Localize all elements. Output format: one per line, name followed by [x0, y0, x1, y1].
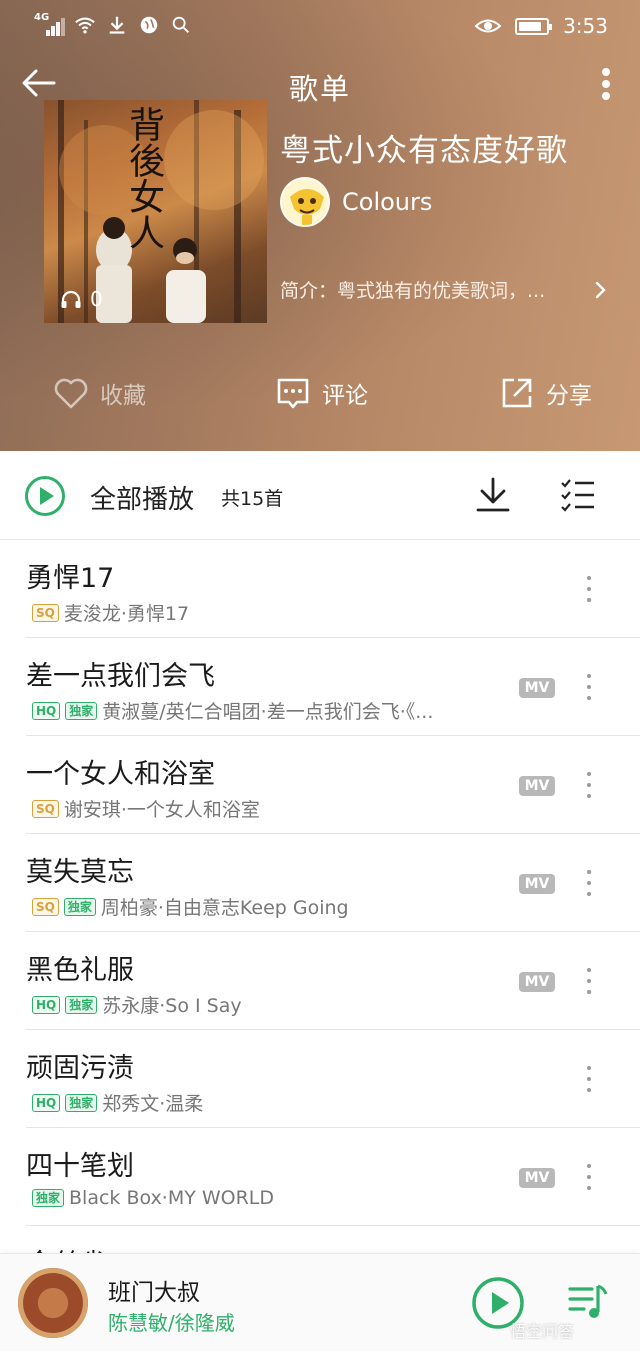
action-bar: 收藏 评论 分享 [0, 370, 640, 420]
mv-badge[interactable]: MV [519, 972, 555, 992]
song-row[interactable]: 一个女人和浴室 SQ 谢安琪·一个女人和浴室 MV [26, 736, 640, 834]
song-row[interactable]: 莫失莫忘 SQ 独家 周柏豪·自由意志Keep Going MV [26, 834, 640, 932]
sq-badge: SQ [32, 897, 59, 916]
song-subtitle: HQ 独家 郑秀文·温柔 [32, 1089, 203, 1116]
artist-album-text: 黄淑蔓/英仁合唱团·差一点我们会飞·《... [102, 701, 434, 723]
song-title: 莫失莫忘 [26, 857, 134, 888]
song-more-icon[interactable] [584, 968, 594, 994]
signal-icon: 4G [34, 12, 65, 36]
now-playing-title[interactable]: 班门大叔 [108, 1273, 200, 1307]
play-all-button[interactable]: 全部播放 [90, 479, 194, 516]
play-all-icon[interactable] [24, 475, 66, 517]
exclusive-badge: 独家 [32, 1189, 65, 1207]
more-options-button[interactable] [596, 64, 616, 104]
share-button[interactable]: 分享 [498, 370, 592, 416]
song-subtitle: SQ 谢安琪·一个女人和浴室 [32, 795, 260, 822]
song-more-icon[interactable] [584, 870, 594, 896]
song-subtitle: HQ 独家 苏永康·So I Say [32, 991, 242, 1018]
cover-text: 背後女人 [123, 106, 164, 250]
favorite-button[interactable]: 收藏 [52, 370, 146, 416]
song-row[interactable]: 黑色礼服 HQ 独家 苏永康·So I Say MV [26, 932, 640, 1030]
song-more-icon[interactable] [584, 772, 594, 798]
multi-select-icon[interactable] [560, 477, 596, 513]
creator[interactable]: Colours [280, 177, 432, 227]
exclusive-badge: 独家 [63, 897, 96, 916]
comment-label: 评论 [322, 383, 368, 409]
play-count-value: 0 [90, 287, 103, 311]
song-title: 顽固污渍 [26, 1053, 134, 1084]
now-playing-artist[interactable]: 陈慧敏/徐隆威 [108, 1307, 235, 1336]
hq-badge: HQ [32, 1093, 61, 1112]
song-list: 勇悍17 SQ 麦浚龙·勇悍17 差一点我们会飞 HQ 独家 黄淑蔓/英仁合唱团·差一点我们… [0, 540, 640, 1266]
artist-album-text: Black Box·MY WORLD [69, 1187, 275, 1209]
creator-name[interactable]: Colours [342, 188, 432, 216]
mv-badge[interactable]: MV [519, 776, 555, 796]
song-title: 一个女人和浴室 [26, 759, 215, 790]
song-row[interactable]: 勇悍17 SQ 麦浚龙·勇悍17 [26, 540, 640, 638]
mv-badge[interactable]: MV [519, 874, 555, 894]
headphone-icon [61, 290, 81, 308]
playlist-header: 4G 3:53 歌单 背後女人 0 粤式小众有态度好歌 Colours 简介：粤… [0, 0, 640, 451]
artist-album-text: 麦浚龙·勇悍17 [63, 603, 190, 625]
intro-text: 简介：粤式独有的优美歌词，... [280, 280, 546, 302]
song-row[interactable]: 四十笔划独家 Black Box·MY WORLD MV [26, 1128, 640, 1226]
clock: 3:53 [563, 14, 608, 38]
heart-icon [54, 378, 88, 409]
share-label: 分享 [546, 383, 592, 409]
artist-album-text: 谢安琪·一个女人和浴室 [63, 799, 260, 821]
sq-badge: SQ [32, 603, 59, 622]
sq-badge: SQ [32, 799, 59, 818]
network-type: 4G [34, 12, 50, 23]
playlist-intro[interactable]: 简介：粤式独有的优美歌词，... [280, 276, 610, 303]
song-row[interactable]: 差一点我们会飞 HQ 独家 黄淑蔓/英仁合唱团·差一点我们会飞·《... MV [26, 638, 640, 736]
song-more-icon[interactable] [584, 1066, 594, 1092]
song-title: 勇悍17 [26, 563, 115, 594]
song-subtitle: SQ 独家 周柏豪·自由意志Keep Going [32, 893, 349, 920]
search-status-icon [172, 16, 189, 33]
download-icon[interactable] [474, 475, 512, 515]
exclusive-badge: 独家 [65, 995, 98, 1014]
mini-player[interactable]: 班门大叔 陈慧敏/徐隆威 悟空问答 [0, 1253, 640, 1351]
eye-comfort-icon [475, 19, 502, 33]
artist-album-text: 周柏豪·自由意志Keep Going [100, 897, 349, 919]
download-status-icon [109, 16, 125, 34]
mv-badge[interactable]: MV [519, 1168, 555, 1188]
chevron-right-icon [595, 281, 606, 298]
song-title: 差一点我们会飞 [26, 661, 215, 692]
now-playing-cover[interactable] [18, 1268, 88, 1338]
playlist-cover[interactable]: 背後女人 0 [44, 100, 267, 323]
play-count: 0 [60, 287, 103, 311]
app-notification-icon [140, 16, 158, 34]
song-row[interactable]: 顽固污渍 HQ 独家 郑秀文·温柔 [26, 1030, 640, 1128]
song-more-icon[interactable] [584, 576, 594, 602]
creator-avatar[interactable] [280, 177, 330, 227]
song-more-icon[interactable] [584, 1164, 594, 1190]
song-title: 四十笔划 [26, 1151, 134, 1182]
mv-badge[interactable]: MV [519, 678, 555, 698]
hq-badge: HQ [32, 701, 61, 720]
hq-badge: HQ [32, 995, 61, 1014]
wifi-icon [75, 17, 95, 34]
status-bar: 4G 3:53 [0, 0, 640, 56]
share-icon [502, 378, 532, 408]
comment-button[interactable]: 评论 [274, 370, 368, 416]
watermark: 悟空问答 [510, 1322, 575, 1341]
exclusive-badge: 独家 [65, 701, 98, 720]
song-subtitle: 独家 Black Box·MY WORLD [32, 1187, 274, 1209]
favorite-label: 收藏 [100, 383, 146, 409]
song-subtitle: HQ 独家 黄淑蔓/英仁合唱团·差一点我们会飞·《... [32, 697, 433, 724]
lion-mascot-icon [282, 179, 328, 225]
song-count: 共15首 [221, 488, 284, 510]
exclusive-badge: 独家 [65, 1093, 98, 1112]
song-title: 黑色礼服 [26, 955, 134, 986]
battery-icon [515, 17, 553, 35]
playlist-title: 粤式小众有态度好歌 [280, 133, 568, 169]
song-more-icon[interactable] [584, 674, 594, 700]
artist-album-text: 苏永康·So I Say [102, 995, 242, 1017]
play-all-bar: 全部播放 共15首 [0, 451, 640, 540]
artist-album-text: 郑秀文·温柔 [102, 1093, 204, 1115]
song-subtitle: SQ 麦浚龙·勇悍17 [32, 599, 189, 626]
comment-icon [277, 378, 309, 409]
